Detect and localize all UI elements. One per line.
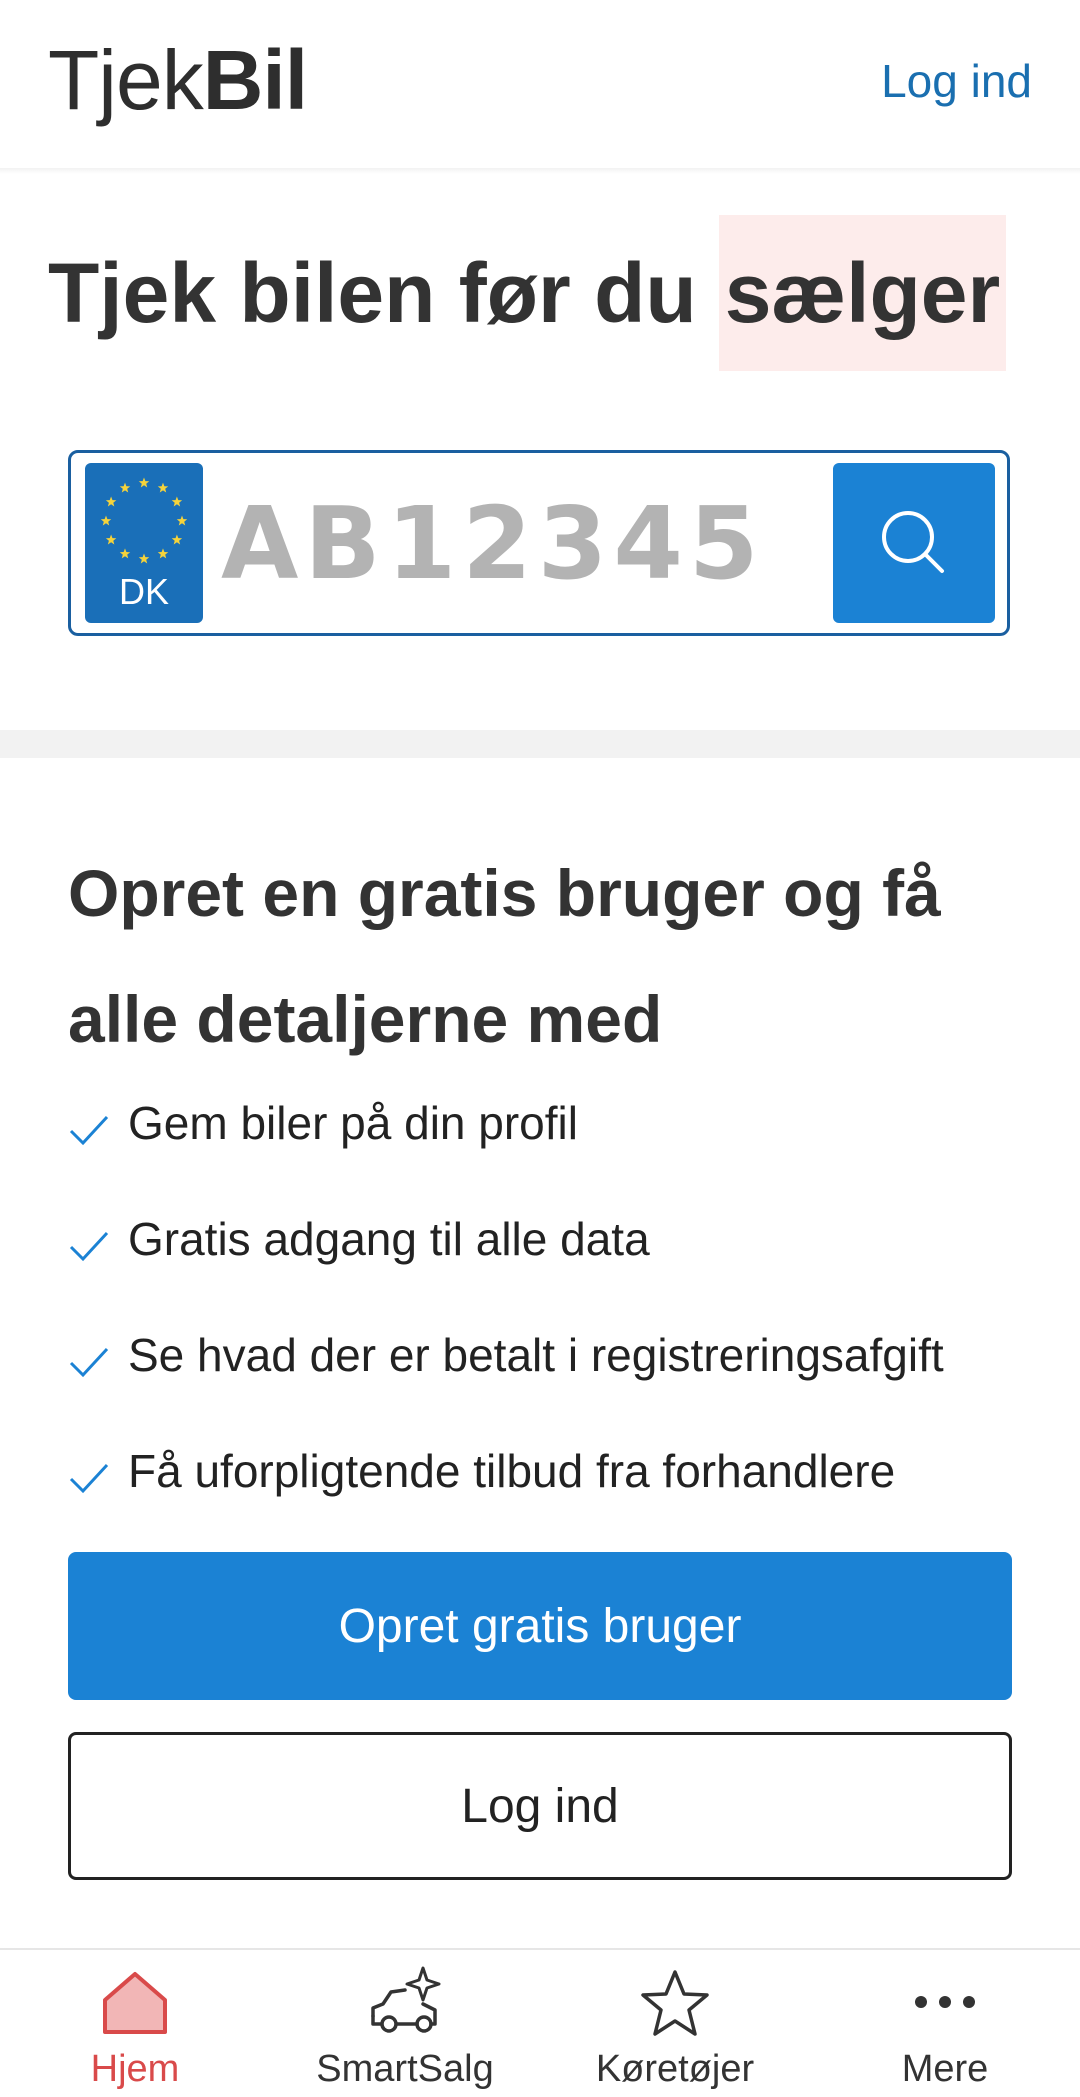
country-code: DK xyxy=(118,571,169,612)
tjekbil-logo[interactable]: TjekBil xyxy=(48,30,308,130)
eu-star-icon xyxy=(138,553,150,564)
eu-star-icon xyxy=(157,482,169,493)
more-dots-icon xyxy=(915,1996,975,2008)
benefit-text: Gratis adgang til alle data xyxy=(128,1213,650,1265)
eu-star-icon xyxy=(171,496,183,507)
eu-star-icon xyxy=(119,482,131,493)
hero-title-highlight: sælger xyxy=(718,215,1007,371)
benefit-item: Få uforpligtende tilbud fra forhandlere xyxy=(68,1413,1028,1529)
eu-star-icon xyxy=(176,515,188,526)
eu-country-band: DK xyxy=(85,463,203,623)
nav-item-home[interactable]: Hjem xyxy=(0,1950,270,2097)
app-header: TjekBil Log ind xyxy=(0,0,1080,170)
license-plate-search: DK xyxy=(68,450,1010,636)
car-sparkle-icon xyxy=(371,1966,441,2033)
eu-stars-icon xyxy=(100,477,188,564)
eu-star-icon xyxy=(100,515,112,526)
eu-star-icon xyxy=(119,548,131,559)
eu-star-icon xyxy=(105,496,117,507)
header-login-link[interactable]: Log ind xyxy=(881,54,1032,108)
benefit-text: Få uforpligtende tilbud fra forhandlere xyxy=(128,1445,896,1497)
bottom-nav: Hjem SmartSalg Køretøjer Mere xyxy=(0,1948,1080,2097)
checkmark-icon xyxy=(69,1463,109,1494)
benefit-item: Se hvad der er betalt i registreringsafg… xyxy=(68,1297,1028,1413)
nav-label-home: Hjem xyxy=(90,2048,180,2090)
header-divider xyxy=(0,168,1080,174)
home-icon xyxy=(103,1972,167,2034)
checkmark-icon xyxy=(69,1347,109,1378)
hero-title: Tjek bilen før du sælger xyxy=(48,215,1007,371)
eu-star-icon xyxy=(105,534,117,545)
eu-star-icon xyxy=(157,548,169,559)
hero-title-main: Tjek bilen før du xyxy=(48,245,697,340)
nav-item-smartsalg[interactable]: SmartSalg xyxy=(270,1950,540,2097)
section-divider xyxy=(0,730,1080,758)
search-icon xyxy=(882,511,944,573)
search-button[interactable] xyxy=(833,463,995,623)
nav-label-smartsalg: SmartSalg xyxy=(316,2048,494,2090)
eu-star-icon xyxy=(138,477,150,488)
login-button[interactable]: Log ind xyxy=(68,1732,1012,1880)
nav-item-vehicles[interactable]: Køretøjer xyxy=(540,1950,810,2097)
nav-label-vehicles: Køretøjer xyxy=(595,2048,755,2090)
eu-star-icon xyxy=(171,534,183,545)
benefits-list: Gem biler på din profil Gratis adgang ti… xyxy=(68,1065,1028,1529)
license-plate-input[interactable] xyxy=(221,467,811,619)
signup-title: Opret en gratis bruger og få alle detalj… xyxy=(68,856,941,1056)
star-icon xyxy=(641,1970,709,2036)
create-free-user-button[interactable]: Opret gratis bruger xyxy=(68,1552,1012,1700)
nav-label-more: Mere xyxy=(901,2048,989,2090)
benefit-text: Se hvad der er betalt i registreringsafg… xyxy=(128,1329,944,1381)
checkmark-icon xyxy=(69,1115,109,1146)
logo-text-bold: Bil xyxy=(202,33,308,127)
logo-text-light: Tjek xyxy=(48,33,204,127)
benefit-item: Gratis adgang til alle data xyxy=(68,1181,1028,1297)
checkmark-icon xyxy=(69,1231,109,1262)
benefit-text: Gem biler på din profil xyxy=(128,1097,578,1149)
benefit-item: Gem biler på din profil xyxy=(68,1065,1028,1181)
nav-item-more[interactable]: Mere xyxy=(810,1950,1080,2097)
